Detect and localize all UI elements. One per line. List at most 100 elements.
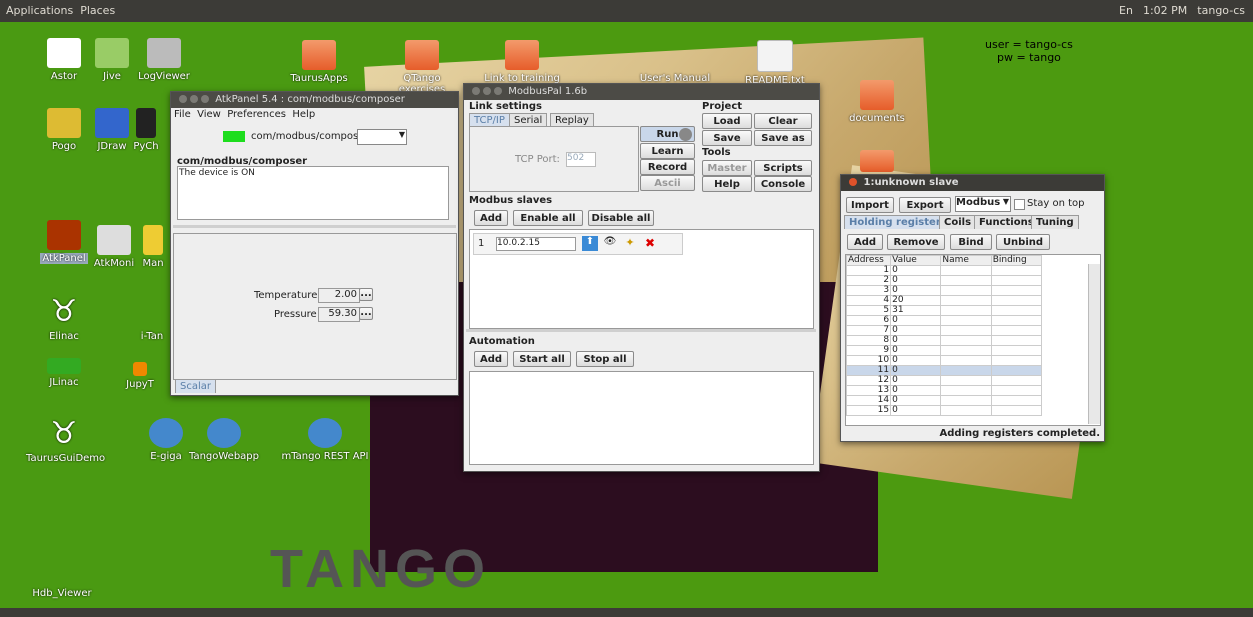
- places-menu[interactable]: Places: [80, 4, 115, 17]
- register-name[interactable]: [940, 385, 992, 396]
- lang-indicator[interactable]: En: [1119, 4, 1133, 17]
- register-name[interactable]: [940, 315, 992, 326]
- logviewer-icon[interactable]: LogViewer: [130, 38, 198, 82]
- table-row[interactable]: 12 0: [846, 375, 1043, 386]
- register-binding[interactable]: [990, 335, 1043, 346]
- save-as-button[interactable]: Save as: [754, 130, 812, 146]
- maximize-icon[interactable]: [494, 87, 502, 95]
- table-row[interactable]: 15 0: [846, 405, 1043, 416]
- add-register-button[interactable]: Add: [847, 234, 883, 250]
- register-value[interactable]: 31: [890, 305, 942, 316]
- tab-serial[interactable]: Serial: [509, 113, 548, 127]
- register-value[interactable]: 0: [890, 365, 942, 376]
- register-name[interactable]: [940, 355, 992, 366]
- register-value[interactable]: 0: [890, 345, 942, 356]
- register-value[interactable]: 0: [890, 275, 942, 286]
- atkpanel-titlebar[interactable]: AtkPanel 5.4 : com/modbus/composer: [171, 92, 458, 108]
- table-row[interactable]: 70: [846, 325, 1043, 336]
- minimize-icon[interactable]: [483, 87, 491, 95]
- import-button[interactable]: Import: [846, 197, 894, 213]
- stay-on-top-checkbox[interactable]: [1014, 199, 1025, 210]
- register-value[interactable]: 0: [890, 335, 942, 346]
- register-value[interactable]: 0: [890, 375, 942, 386]
- close-icon[interactable]: [849, 178, 857, 186]
- register-value[interactable]: 0: [890, 325, 942, 336]
- record-button[interactable]: Record: [640, 159, 695, 175]
- register-name[interactable]: [940, 375, 992, 386]
- tab-replay[interactable]: Replay: [550, 113, 594, 127]
- register-name[interactable]: [940, 285, 992, 296]
- export-button[interactable]: Export: [899, 197, 951, 213]
- register-name[interactable]: [940, 395, 992, 406]
- table-row[interactable]: 10 0: [846, 355, 1043, 366]
- register-binding[interactable]: [990, 385, 1043, 396]
- menu-preferences[interactable]: Preferences: [227, 109, 286, 120]
- register-name[interactable]: [940, 335, 992, 346]
- qtango-exercises-icon[interactable]: QTango exercises: [380, 40, 464, 95]
- register-value[interactable]: 0: [890, 285, 942, 296]
- applications-menu[interactable]: Applications: [6, 4, 73, 17]
- register-name[interactable]: [940, 325, 992, 336]
- splitter[interactable]: [173, 225, 456, 228]
- register-binding[interactable]: [990, 275, 1043, 286]
- link-to-training-icon[interactable]: Link to training: [482, 40, 562, 84]
- tab-holding-registers[interactable]: Holding registers: [844, 215, 952, 229]
- register-binding[interactable]: [990, 405, 1043, 416]
- table-row[interactable]: 30: [846, 285, 1043, 296]
- egiga-icon[interactable]: E-giga: [146, 418, 186, 462]
- users-manual-icon[interactable]: User's Manual: [635, 40, 715, 84]
- load-button[interactable]: Load: [702, 113, 752, 129]
- register-value[interactable]: 0: [890, 385, 942, 396]
- table-row[interactable]: 5 31: [846, 305, 1043, 316]
- register-binding[interactable]: [990, 315, 1043, 326]
- table-row[interactable]: 90: [846, 345, 1043, 356]
- modbuspal-titlebar[interactable]: ModbusPal 1.6b: [464, 84, 819, 100]
- add-automation-button[interactable]: Add: [474, 351, 508, 367]
- stop-all-button[interactable]: Stop all: [576, 351, 634, 367]
- col-name[interactable]: Name: [940, 255, 992, 266]
- mtango-icon[interactable]: mTango REST API: [280, 418, 370, 462]
- register-value[interactable]: 0: [890, 265, 942, 276]
- menu-view[interactable]: View: [197, 109, 221, 120]
- register-binding[interactable]: [990, 285, 1043, 296]
- table-row[interactable]: 13 0: [846, 385, 1043, 396]
- enable-all-button[interactable]: Enable all: [513, 210, 583, 226]
- pycharm-icon[interactable]: PyCh: [126, 108, 166, 152]
- tab-coils[interactable]: Coils: [939, 215, 977, 229]
- register-binding[interactable]: [990, 395, 1043, 406]
- protocol-select[interactable]: Modbus ▼: [955, 196, 1011, 212]
- register-name[interactable]: [940, 365, 992, 376]
- minimize-icon[interactable]: [190, 95, 198, 103]
- register-value[interactable]: 20: [890, 295, 942, 306]
- register-binding[interactable]: [990, 265, 1043, 276]
- register-name[interactable]: [940, 275, 992, 286]
- jlinac-icon[interactable]: JLinac: [30, 358, 98, 388]
- user-menu[interactable]: tango-cs: [1197, 4, 1245, 17]
- register-name[interactable]: [940, 265, 992, 276]
- tangowebapp-icon[interactable]: TangoWebapp: [186, 418, 262, 462]
- remove-register-button[interactable]: Remove: [887, 234, 945, 250]
- bind-button[interactable]: Bind: [950, 234, 992, 250]
- upload-icon[interactable]: ⬆: [582, 236, 598, 251]
- register-binding[interactable]: [990, 365, 1043, 376]
- tab-functions[interactable]: Functions: [974, 215, 1039, 229]
- register-name[interactable]: [940, 305, 992, 316]
- register-binding[interactable]: [990, 295, 1043, 306]
- menu-help[interactable]: Help: [292, 109, 315, 120]
- folder-partial-icon[interactable]: [860, 150, 894, 172]
- eye-icon[interactable]: 👁: [602, 236, 618, 251]
- unbind-button[interactable]: Unbind: [996, 234, 1050, 250]
- close-icon[interactable]: [472, 87, 480, 95]
- register-value[interactable]: 0: [890, 395, 942, 406]
- slave-ip-field[interactable]: 10.0.2.15: [496, 237, 576, 251]
- tools-icon[interactable]: ✦: [622, 236, 638, 251]
- table-row[interactable]: 60: [846, 315, 1043, 326]
- tab-tuning[interactable]: Tuning: [1031, 215, 1079, 229]
- itango-icon[interactable]: i-Tan: [135, 298, 169, 342]
- register-binding[interactable]: [990, 345, 1043, 356]
- help-button[interactable]: Help: [702, 176, 752, 192]
- add-slave-button[interactable]: Add: [474, 210, 508, 226]
- register-name[interactable]: [940, 405, 992, 416]
- documents-icon[interactable]: documents: [842, 80, 912, 124]
- table-row[interactable]: 20: [846, 275, 1043, 286]
